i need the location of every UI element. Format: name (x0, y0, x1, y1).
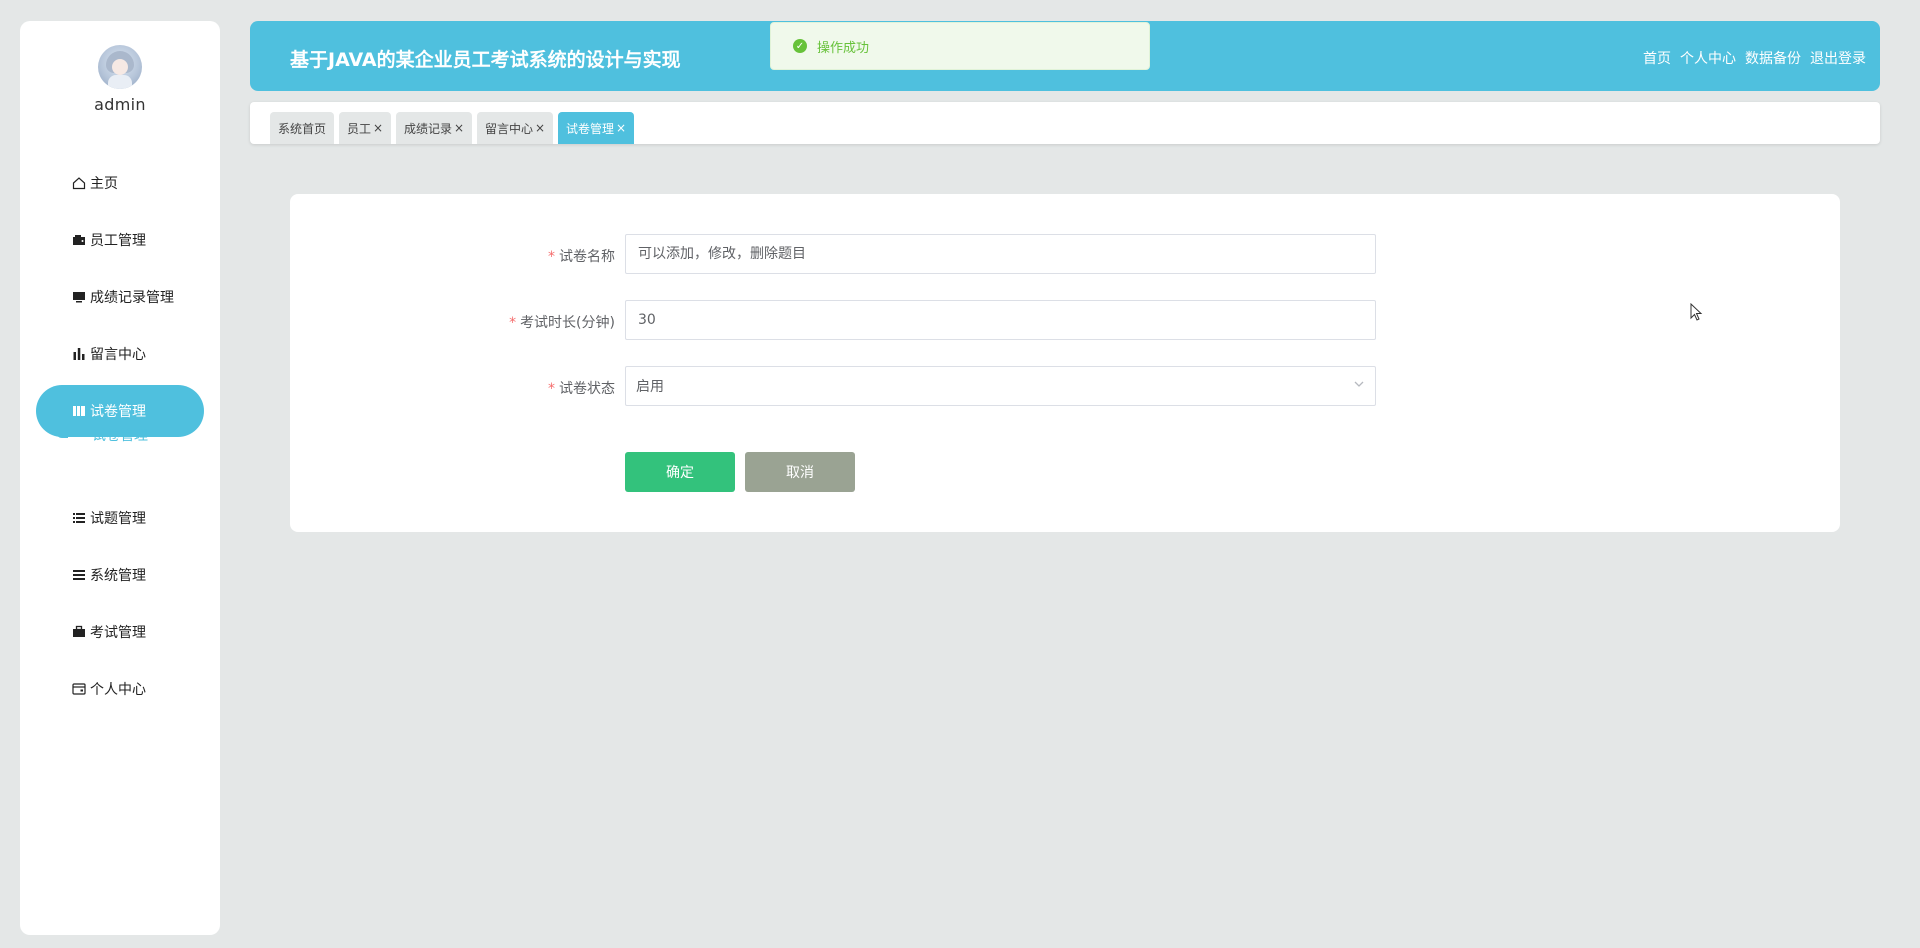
status-select[interactable]: 启用 (625, 366, 1376, 406)
nav-profile-link[interactable]: 个人中心 (1680, 48, 1736, 68)
nav-logout-link[interactable]: 退出登录 (1810, 48, 1866, 68)
submenu-item-papers[interactable]: 试卷管理 (92, 425, 148, 445)
tag-label: 系统首页 (278, 121, 327, 136)
briefcase-icon (70, 625, 88, 639)
tag-label: 试卷管理 (566, 121, 615, 136)
tag-system-home[interactable]: 系统首页 (270, 112, 335, 144)
tag-score-records[interactable]: 成绩记录 × (396, 112, 473, 144)
duration-input[interactable] (625, 300, 1376, 340)
nav-backup-link[interactable]: 数据备份 (1745, 48, 1801, 68)
wallet-icon (70, 233, 88, 247)
close-icon[interactable]: × (616, 121, 626, 135)
menu-icon (70, 568, 88, 582)
sidebar-item-employees[interactable]: 员工管理 (36, 214, 204, 266)
tag-label: 留言中心 (485, 121, 534, 136)
sidebar-item-profile[interactable]: 个人中心 (36, 663, 204, 715)
sidebar-item-label: 留言中心 (90, 347, 146, 363)
close-icon[interactable]: × (535, 121, 545, 135)
success-toast: ✓ 操作成功 (770, 22, 1150, 70)
top-nav: 首页 个人中心 数据备份 退出登录 (1643, 48, 1866, 68)
sidebar-item-label: 成绩记录管理 (90, 290, 174, 306)
tag-employees[interactable]: 员工 × (339, 112, 392, 144)
username: admin (94, 95, 146, 114)
paper-name-label: * 试卷名称 (548, 249, 615, 265)
cancel-button[interactable]: 取消 (745, 452, 855, 492)
sidebar-item-label: 员工管理 (90, 233, 146, 249)
bar-chart-icon (70, 347, 88, 361)
required-asterisk: * (509, 315, 517, 331)
tag-papers[interactable]: 试卷管理 × (558, 112, 635, 144)
paper-name-input[interactable] (625, 234, 1376, 274)
close-icon[interactable]: × (373, 121, 383, 135)
mouse-cursor-icon (1690, 303, 1703, 321)
status-select-value: 启用 (636, 379, 664, 395)
nav-home-link[interactable]: 首页 (1643, 48, 1671, 68)
required-asterisk: * (548, 249, 555, 265)
status-label: * 试卷状态 (548, 381, 615, 397)
sidebar-item-label: 考试管理 (90, 625, 146, 641)
sidebar-item-system[interactable]: 系统管理 (36, 549, 204, 601)
sidebar-item-label: 主页 (90, 176, 118, 192)
monitor-icon (70, 290, 88, 304)
home-icon (70, 176, 88, 190)
chevron-down-icon (1353, 378, 1365, 393)
sidebar-item-messages[interactable]: 留言中心 (36, 328, 204, 380)
tag-messages[interactable]: 留言中心 × (477, 112, 554, 144)
sidebar-item-exams[interactable]: 考试管理 (36, 606, 204, 658)
sidebar-item-label: 试卷管理 (90, 404, 146, 420)
site-title: 基于JAVA的某企业员工考试系统的设计与实现 (290, 49, 681, 71)
sidebar-item-home[interactable]: 主页 (36, 157, 204, 209)
confirm-button[interactable]: 确定 (625, 452, 735, 492)
sidebar-item-label: 个人中心 (90, 682, 146, 698)
check-circle-icon: ✓ (793, 39, 807, 53)
list-icon (70, 511, 88, 525)
book-icon (70, 404, 88, 418)
sidebar-item-questions[interactable]: 试题管理 (36, 492, 204, 544)
sidebar-item-label: 试题管理 (90, 511, 146, 527)
avatar[interactable] (98, 45, 142, 89)
required-asterisk: * (548, 381, 555, 397)
tag-label: 员工 (347, 121, 372, 136)
sidebar: admin 主页 员工管理 成绩记录管理 留言中心 试卷管理 试卷管理 试题管理… (20, 21, 220, 935)
card-icon (70, 682, 88, 696)
sidebar-item-label: 系统管理 (90, 568, 146, 584)
duration-label: * 考试时长(分钟) (509, 315, 615, 331)
sidebar-item-scores[interactable]: 成绩记录管理 (36, 271, 204, 323)
close-icon[interactable]: × (454, 121, 464, 135)
tag-label: 成绩记录 (404, 121, 453, 136)
tags-bar: 系统首页 员工 × 成绩记录 × 留言中心 × 试卷管理 × (250, 102, 1880, 144)
paper-form-card: *试卷名称 *考试时长(分钟) *试卷状态 启用 确定 取消 (290, 194, 1840, 532)
toast-message: 操作成功 (817, 40, 870, 56)
submenu-connector (56, 416, 68, 438)
